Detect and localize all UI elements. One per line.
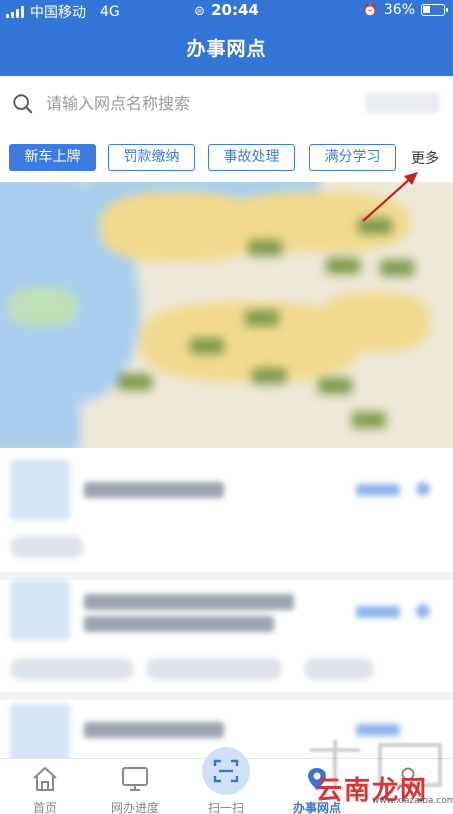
link-icon: ⊜ xyxy=(194,4,206,19)
nav-home[interactable]: 首页 xyxy=(0,759,90,814)
list-item[interactable] xyxy=(0,580,453,700)
search-bar xyxy=(0,76,453,130)
chip-accident[interactable]: 事故处理 xyxy=(208,144,295,171)
filter-row: 新车上牌 罚款缴纳 事故处理 满分学习 更多 xyxy=(0,130,453,182)
location-selector[interactable] xyxy=(365,93,439,113)
map-view[interactable] xyxy=(0,182,453,448)
alarm-icon: ⏰ xyxy=(362,3,378,17)
home-icon xyxy=(33,767,57,791)
chip-full-score-study[interactable]: 满分学习 xyxy=(309,144,396,171)
map-tiles xyxy=(0,182,453,448)
nav-label-home: 首页 xyxy=(32,801,57,814)
nav-label-progress: 网办进度 xyxy=(110,801,159,814)
page-title: 办事网点 xyxy=(186,38,267,60)
scan-icon xyxy=(213,759,239,783)
nav-progress[interactable]: 网办进度 xyxy=(90,759,180,814)
search-input[interactable] xyxy=(46,90,346,116)
chip-new-plate[interactable]: 新车上牌 xyxy=(9,144,96,171)
battery-percent: 36% xyxy=(383,2,415,18)
nav-scan[interactable]: 扫一扫 xyxy=(181,747,271,814)
status-right: ⏰ 36% xyxy=(362,2,448,18)
status-bar: 中国移动 4G ⊜ 20:44 ⏰ 36% xyxy=(0,0,453,22)
search-icon xyxy=(13,94,33,114)
results-list xyxy=(0,448,453,758)
app-header: 中国移动 4G ⊜ 20:44 ⏰ 36% 办事网点 xyxy=(0,0,453,76)
chip-fine-payment[interactable]: 罚款缴纳 xyxy=(108,144,195,171)
monitor-icon xyxy=(122,767,148,791)
list-item[interactable] xyxy=(0,448,453,573)
watermark-url: www.xiazaiba.com xyxy=(372,796,453,806)
status-time: 20:44 xyxy=(211,1,259,19)
battery-icon xyxy=(421,4,448,16)
more-button[interactable]: 更多 xyxy=(411,148,439,168)
nav-label-scan: 扫一扫 xyxy=(207,801,244,814)
